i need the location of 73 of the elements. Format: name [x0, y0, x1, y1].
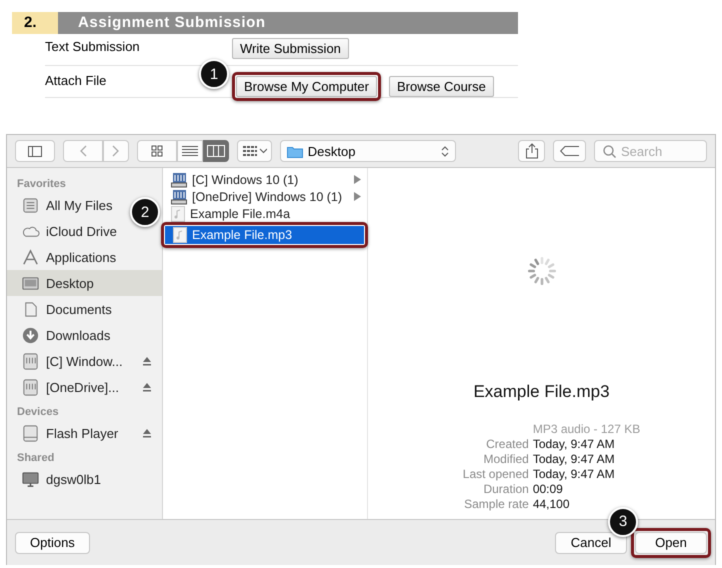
share-icon — [524, 143, 538, 159]
section-number: 2. — [12, 12, 58, 34]
sidebar-toggle-button[interactable] — [15, 140, 55, 162]
sidebar-item[interactable]: iCloud Drive — [7, 218, 127, 244]
tag-icon — [560, 146, 579, 156]
up-down-arrows-icon — [440, 144, 449, 158]
sidebar-item[interactable]: [OneDrive]... — [7, 374, 162, 400]
search-field[interactable]: Search — [594, 140, 707, 162]
detail-label: Duration — [482, 482, 529, 496]
tag-button[interactable] — [552, 140, 586, 162]
network-drive-icon — [171, 172, 187, 188]
detail-label: Modified — [482, 452, 529, 466]
sidebar-item[interactable]: Documents — [7, 296, 122, 322]
loading-spinner-icon — [526, 256, 556, 286]
section-title: Assignment Submission — [58, 12, 518, 34]
search-icon — [603, 145, 616, 158]
detail-value: Today, 9:47 AM — [532, 437, 616, 451]
network-drive-icon — [171, 188, 187, 204]
detail-label: Last opened — [462, 467, 529, 481]
grid-icon — [151, 145, 163, 157]
location-dropdown[interactable]: Desktop — [280, 140, 456, 162]
columns-icon — [207, 145, 225, 157]
detail-value: Today, 9:47 AM — [532, 467, 616, 481]
file-row[interactable]: [OneDrive] Windows 10 (1) — [163, 188, 367, 205]
list-icon — [182, 145, 198, 157]
files-icon — [21, 196, 40, 214]
cancel-button[interactable]: Cancel — [555, 532, 627, 554]
preview-filename: Example File.mp3 — [473, 382, 610, 402]
applications-icon — [21, 248, 40, 266]
web-button[interactable]: Browse Course — [388, 76, 494, 97]
sidebar-heading: Favorites — [16, 177, 67, 192]
browse-button[interactable]: Browse My Computer — [236, 76, 377, 97]
sidebar-item[interactable]: [C] Window... — [7, 348, 162, 374]
sidebar-item[interactable]: Desktop — [7, 270, 162, 296]
eject-icon[interactable] — [142, 356, 152, 366]
computer-icon — [21, 470, 40, 488]
detail-label: Sample rate — [463, 497, 529, 511]
arrange-button[interactable] — [237, 140, 272, 162]
folder-icon — [286, 144, 303, 158]
sidebar-icon — [28, 146, 42, 156]
detail-label: Created — [485, 437, 529, 451]
share-button[interactable] — [518, 140, 545, 162]
audio-file-icon — [171, 206, 185, 222]
options-button[interactable]: Options — [15, 532, 90, 554]
file-row[interactable]: [C] Windows 10 (1) — [163, 171, 367, 188]
field-label: Text Submission — [45, 38, 140, 54]
download-icon — [21, 326, 40, 344]
sidebar-item[interactable]: Flash Player — [7, 420, 162, 446]
detail-value: Today, 9:47 AM — [532, 452, 616, 466]
sidebar-item[interactable]: Applications — [7, 244, 126, 270]
view-mode-button[interactable] — [137, 140, 177, 162]
detail-value: 00:09 — [532, 482, 564, 496]
sidebar-item[interactable]: dgsw0lb1 — [7, 466, 111, 492]
view-mode-button[interactable] — [177, 140, 203, 162]
arrange-icon — [242, 145, 267, 157]
detail-value: 44,100 — [532, 497, 571, 511]
eject-icon[interactable] — [142, 382, 152, 392]
field-label: Attach File — [45, 72, 106, 88]
drive-icon — [21, 352, 40, 370]
audio-file-icon — [173, 227, 187, 243]
open-button[interactable]: Open — [635, 532, 707, 554]
file-summary: MP3 audio - 127 KB — [532, 422, 640, 436]
view-mode-button[interactable] — [203, 140, 229, 162]
eject-icon[interactable] — [142, 428, 152, 438]
drive-icon — [21, 378, 40, 396]
sidebar-heading: Devices — [16, 405, 60, 420]
file-row[interactable]: Example File.mp3 — [165, 226, 364, 244]
file-row[interactable]: Example File.m4a — [163, 205, 367, 222]
step-badge: 1 — [199, 59, 229, 89]
web-button[interactable]: Write Submission — [232, 38, 349, 59]
sidebar-item[interactable]: All My Files — [7, 192, 122, 218]
sidebar-item[interactable]: Downloads — [7, 322, 120, 348]
sidebar-heading: Shared — [16, 451, 56, 466]
